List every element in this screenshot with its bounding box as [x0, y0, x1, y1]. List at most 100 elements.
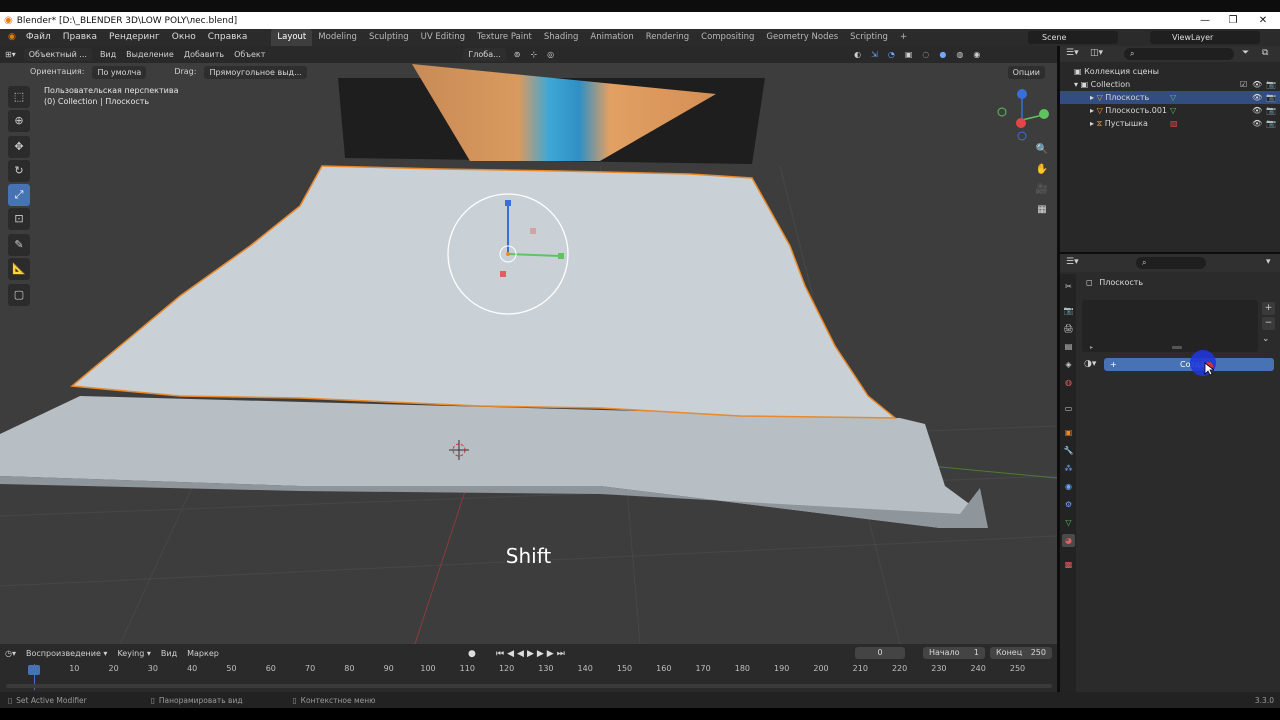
add-workspace-button[interactable]: + — [894, 29, 913, 46]
modifier-tab-icon[interactable]: 🔧 — [1062, 444, 1075, 457]
shading-rendered-icon[interactable]: ◉ — [968, 47, 985, 63]
render-tab-icon[interactable]: 📷 — [1062, 304, 1075, 317]
proportional-edit-icon[interactable]: ◎ — [542, 47, 559, 63]
world-tab-icon[interactable]: ◍ — [1062, 376, 1075, 389]
outliner-item-plane[interactable]: ▸ ▽ Плоскость ▽ 👁 📷 — [1060, 91, 1280, 104]
snap-icon[interactable]: ⊹ — [525, 47, 542, 63]
outliner-item-plane-001[interactable]: ▸ ▽ Плоскость.001 ▽ 👁 📷 — [1060, 104, 1280, 117]
tab-layout[interactable]: Layout — [271, 29, 313, 46]
menu-view[interactable]: Вид — [95, 47, 121, 63]
empty-camera-icon[interactable]: 📷 — [1266, 117, 1276, 130]
output-tab-icon[interactable]: 🖨 — [1062, 322, 1075, 335]
properties-editor-icon[interactable]: ☰▾ — [1066, 257, 1079, 267]
tab-animation[interactable]: Animation — [584, 29, 639, 46]
tab-geometry-nodes[interactable]: Geometry Nodes — [760, 29, 844, 46]
properties-options-icon[interactable]: ▾ — [1266, 257, 1271, 267]
collection-checkbox-icon[interactable]: ☑ — [1240, 78, 1247, 91]
shading-solid-icon[interactable]: ● — [934, 47, 951, 63]
close-icon[interactable]: ✕ — [1248, 12, 1278, 29]
menu-edit[interactable]: Правка — [57, 29, 103, 46]
texture-tab-icon[interactable]: ▩ — [1062, 558, 1075, 571]
pan-hand-icon[interactable]: ✋ — [1034, 162, 1050, 178]
gizmo-x-handle[interactable] — [500, 271, 506, 277]
blender-menu-icon[interactable]: ◉ — [0, 29, 20, 46]
rotate-tool-icon[interactable]: ↻ — [8, 160, 30, 182]
playhead-marker[interactable] — [28, 665, 40, 675]
new-material-button[interactable]: + Созда — [1104, 358, 1274, 371]
transform-orientation-selector[interactable]: Глоба... — [463, 48, 506, 61]
editor-type-icon[interactable]: ⊞▾ — [0, 47, 21, 63]
tool-tab-icon[interactable]: ✂ — [1062, 280, 1075, 293]
timeline-scrollbar[interactable] — [6, 684, 1052, 688]
menu-render[interactable]: Рендеринг — [103, 29, 166, 46]
gizmo-z-handle[interactable] — [505, 200, 511, 206]
shading-wireframe-icon[interactable]: ◌ — [917, 47, 934, 63]
list-resize-handle[interactable] — [1172, 346, 1182, 349]
tab-scripting[interactable]: Scripting — [844, 29, 894, 46]
maximize-icon[interactable]: ❐ — [1218, 12, 1248, 29]
overlay-toggle-icon[interactable]: ◔ — [883, 47, 900, 63]
new-collection-icon[interactable]: ⧉ — [1262, 48, 1268, 58]
navigation-gizmo[interactable] — [997, 89, 1049, 141]
timeline-editor[interactable]: ◷▾ Воспроизведение ▾ Keying ▾ Вид Маркер… — [0, 644, 1057, 692]
annotate-tool-icon[interactable]: ✎ — [8, 234, 30, 256]
filter-icon[interactable]: ⏷ — [1242, 48, 1249, 58]
outliner-search-icon[interactable]: ⌕ — [1124, 48, 1234, 60]
options-dropdown[interactable]: Опции — [1007, 65, 1045, 79]
gizmo-y-handle[interactable] — [558, 253, 564, 259]
outliner-collection[interactable]: ▾ ▣ Collection ☑ 👁 📷 — [1060, 78, 1280, 91]
slot-menu-icon[interactable]: ⌄ — [1262, 334, 1270, 344]
menu-window[interactable]: Окно — [166, 29, 202, 46]
scene-selector[interactable]: Scene — [1028, 31, 1118, 44]
cursor-tool-icon[interactable]: ⊕ — [8, 110, 30, 132]
material-tab-icon[interactable]: ◕ — [1062, 534, 1075, 547]
tab-texture-paint[interactable]: Texture Paint — [471, 29, 538, 46]
physics-tab-icon[interactable]: ◉ — [1062, 480, 1075, 493]
properties-panel[interactable]: ☰▾ ⌕ ▾ ✂ 📷 🖨 ▤ ◈ ◍ ▭ ▣ 🔧 ⁂ ◉ ⚙ ▽ ◕ ▩ ◻ П… — [1060, 254, 1280, 692]
remove-slot-button[interactable]: − — [1262, 317, 1275, 330]
list-expand-icon[interactable]: ▸ — [1090, 344, 1093, 351]
outliner-panel[interactable]: ☰▾ ◫▾ ⌕ ⏷ ⧉ ▣ Коллекция сцены ▾ ▣ Collec… — [1060, 46, 1280, 252]
scale-tool-icon[interactable]: ⤢ — [8, 184, 30, 206]
display-mode-icon[interactable]: ◫▾ — [1090, 48, 1103, 58]
plane-001-camera-icon[interactable]: 📷 — [1266, 104, 1276, 117]
menu-object[interactable]: Объект — [229, 47, 270, 63]
properties-search-icon[interactable]: ⌕ — [1136, 257, 1206, 269]
selected-plane-mesh[interactable] — [70, 165, 898, 419]
empty-eye-icon[interactable]: 👁 — [1252, 117, 1262, 130]
collection-camera-icon[interactable]: 📷 — [1266, 78, 1276, 91]
collection-tab-icon[interactable]: ▭ — [1062, 402, 1075, 415]
material-browse-icon[interactable]: ◑▾ — [1084, 359, 1096, 369]
select-box-tool-icon[interactable]: ⬚ — [8, 86, 30, 108]
grid-perspective-icon[interactable]: ▦ — [1034, 202, 1050, 218]
measure-tool-icon[interactable]: 📐 — [8, 258, 30, 280]
plane-001-eye-icon[interactable]: 👁 — [1252, 104, 1262, 117]
view-layer-tab-icon[interactable]: ▤ — [1062, 340, 1075, 353]
particles-tab-icon[interactable]: ⁂ — [1062, 462, 1075, 475]
pivot-icon[interactable]: ⊚ — [509, 47, 526, 63]
tab-sculpting[interactable]: Sculpting — [363, 29, 415, 46]
plane-camera-icon[interactable]: 📷 — [1266, 91, 1276, 104]
minimize-icon[interactable]: — — [1190, 12, 1220, 29]
transform-tool-icon[interactable]: ⊡ — [8, 208, 30, 230]
outliner-item-empty[interactable]: ▸ ⧖ Пустышка ▨ 👁 📷 — [1060, 117, 1280, 130]
shading-material-icon[interactable]: ◍ — [951, 47, 968, 63]
move-tool-icon[interactable]: ✥ — [8, 136, 30, 158]
tab-compositing[interactable]: Compositing — [695, 29, 760, 46]
mode-selector[interactable]: Объектный ... — [23, 48, 92, 61]
data-tab-icon[interactable]: ▽ — [1062, 516, 1075, 529]
material-slot-list[interactable] — [1082, 300, 1258, 352]
xray-icon[interactable]: ▣ — [900, 47, 918, 63]
outliner-editor-icon[interactable]: ☰▾ — [1066, 48, 1079, 58]
menu-add[interactable]: Добавить — [179, 47, 229, 63]
gizmo-plane-handle[interactable] — [530, 228, 536, 234]
visibility-icon[interactable]: ◐ — [849, 47, 866, 63]
add-slot-button[interactable]: + — [1262, 302, 1275, 315]
orientation-selector[interactable]: По умолча — [92, 65, 147, 79]
constraints-tab-icon[interactable]: ⚙ — [1062, 498, 1075, 511]
outliner-scene-collection[interactable]: ▣ Коллекция сцены — [1060, 65, 1280, 78]
plane-eye-icon[interactable]: 👁 — [1252, 91, 1262, 104]
zoom-icon[interactable]: 🔍 — [1034, 142, 1050, 158]
tab-shading[interactable]: Shading — [538, 29, 585, 46]
tab-rendering[interactable]: Rendering — [640, 29, 695, 46]
